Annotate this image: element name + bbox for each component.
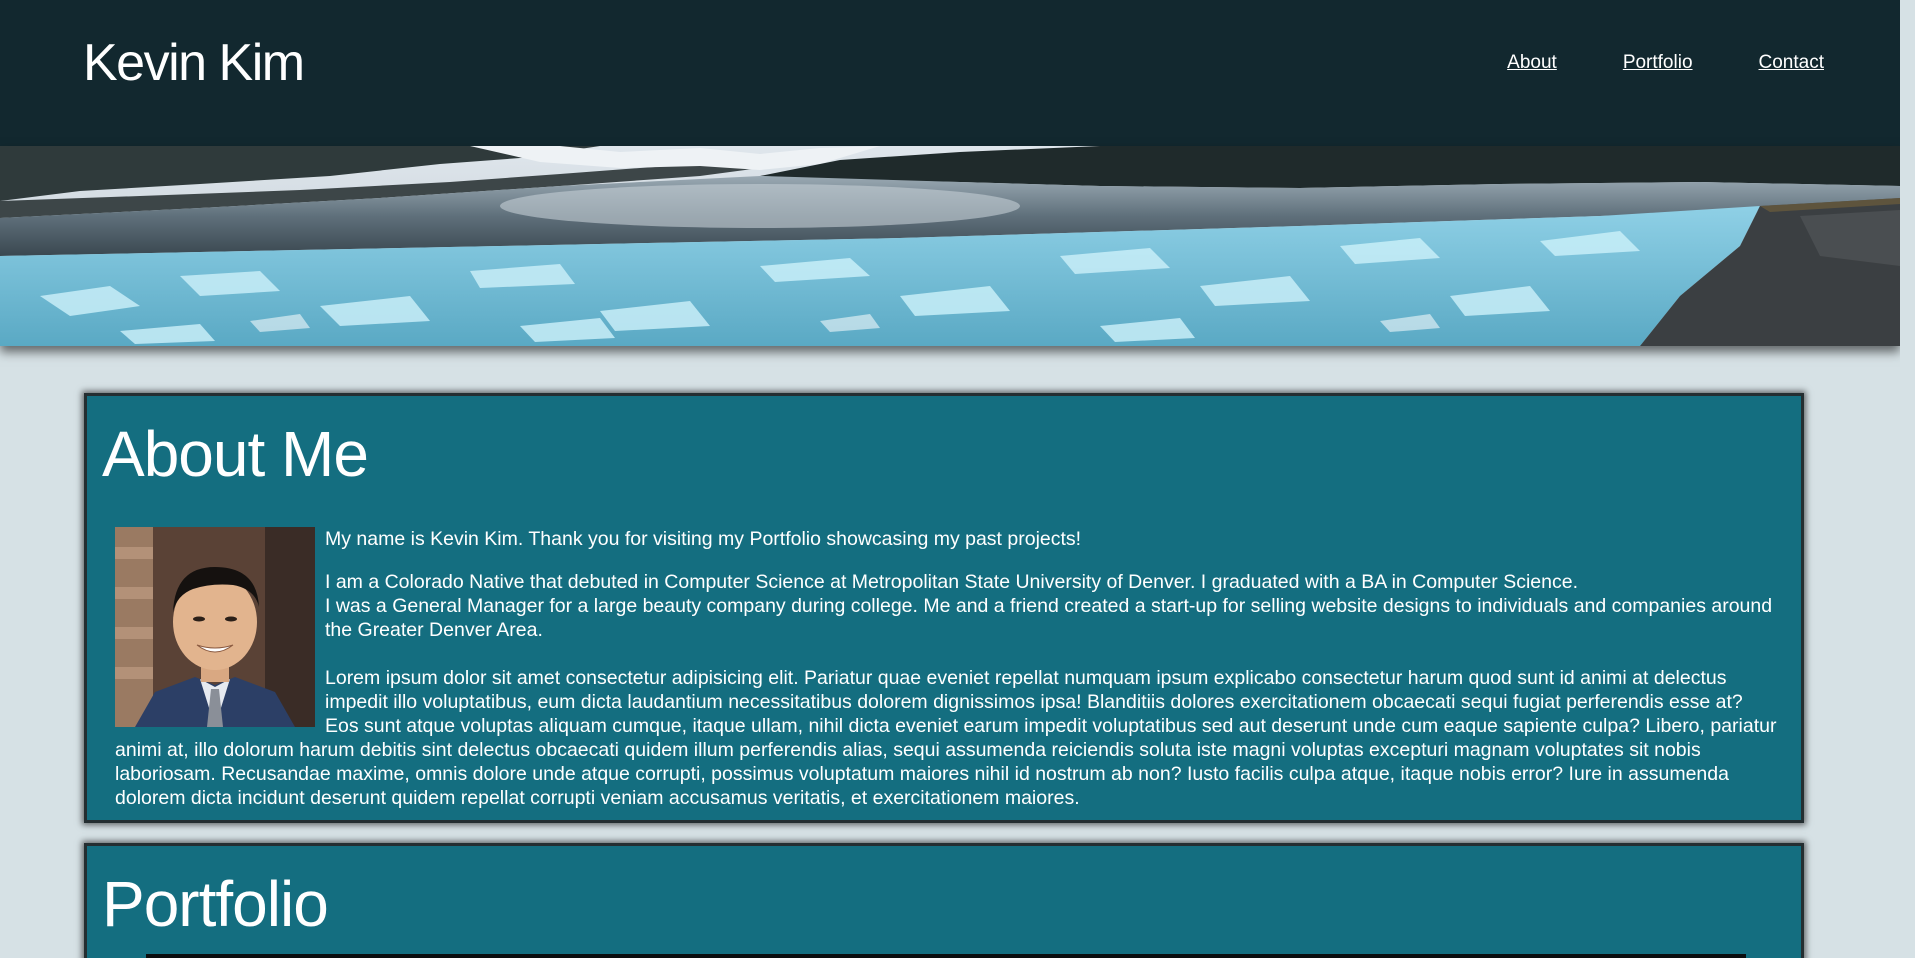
- site-header: Kevin Kim About Portfolio Contact: [0, 0, 1900, 146]
- site-title: Kevin Kim: [83, 34, 305, 92]
- hero-banner-image: [0, 146, 1900, 346]
- about-section: About Me My name is Kevin Kim. Thank you…: [84, 393, 1804, 823]
- about-lorem-text: Lorem ipsum dolor sit amet consectetur a…: [115, 667, 1777, 809]
- profile-photo: [115, 527, 315, 727]
- about-body: My name is Kevin Kim. Thank you for visi…: [115, 527, 1780, 829]
- page: Kevin Kim About Portfolio Contact About …: [0, 0, 1900, 958]
- about-bio-line-1: I am a Colorado Native that debuted in C…: [325, 571, 1578, 593]
- nav-link-portfolio[interactable]: Portfolio: [1623, 52, 1693, 74]
- about-title: About Me: [102, 418, 369, 490]
- portfolio-project-preview[interactable]: [146, 954, 1746, 958]
- about-intro: My name is Kevin Kim. Thank you for visi…: [325, 528, 1082, 550]
- about-bio-line-2: I was a General Manager for a large beau…: [325, 595, 1773, 641]
- nav-link-contact[interactable]: Contact: [1759, 52, 1824, 74]
- portfolio-section: Portfolio: [84, 843, 1804, 958]
- main-nav: About Portfolio Contact: [1507, 52, 1824, 74]
- portfolio-title: Portfolio: [102, 868, 329, 940]
- nav-link-about[interactable]: About: [1507, 52, 1557, 74]
